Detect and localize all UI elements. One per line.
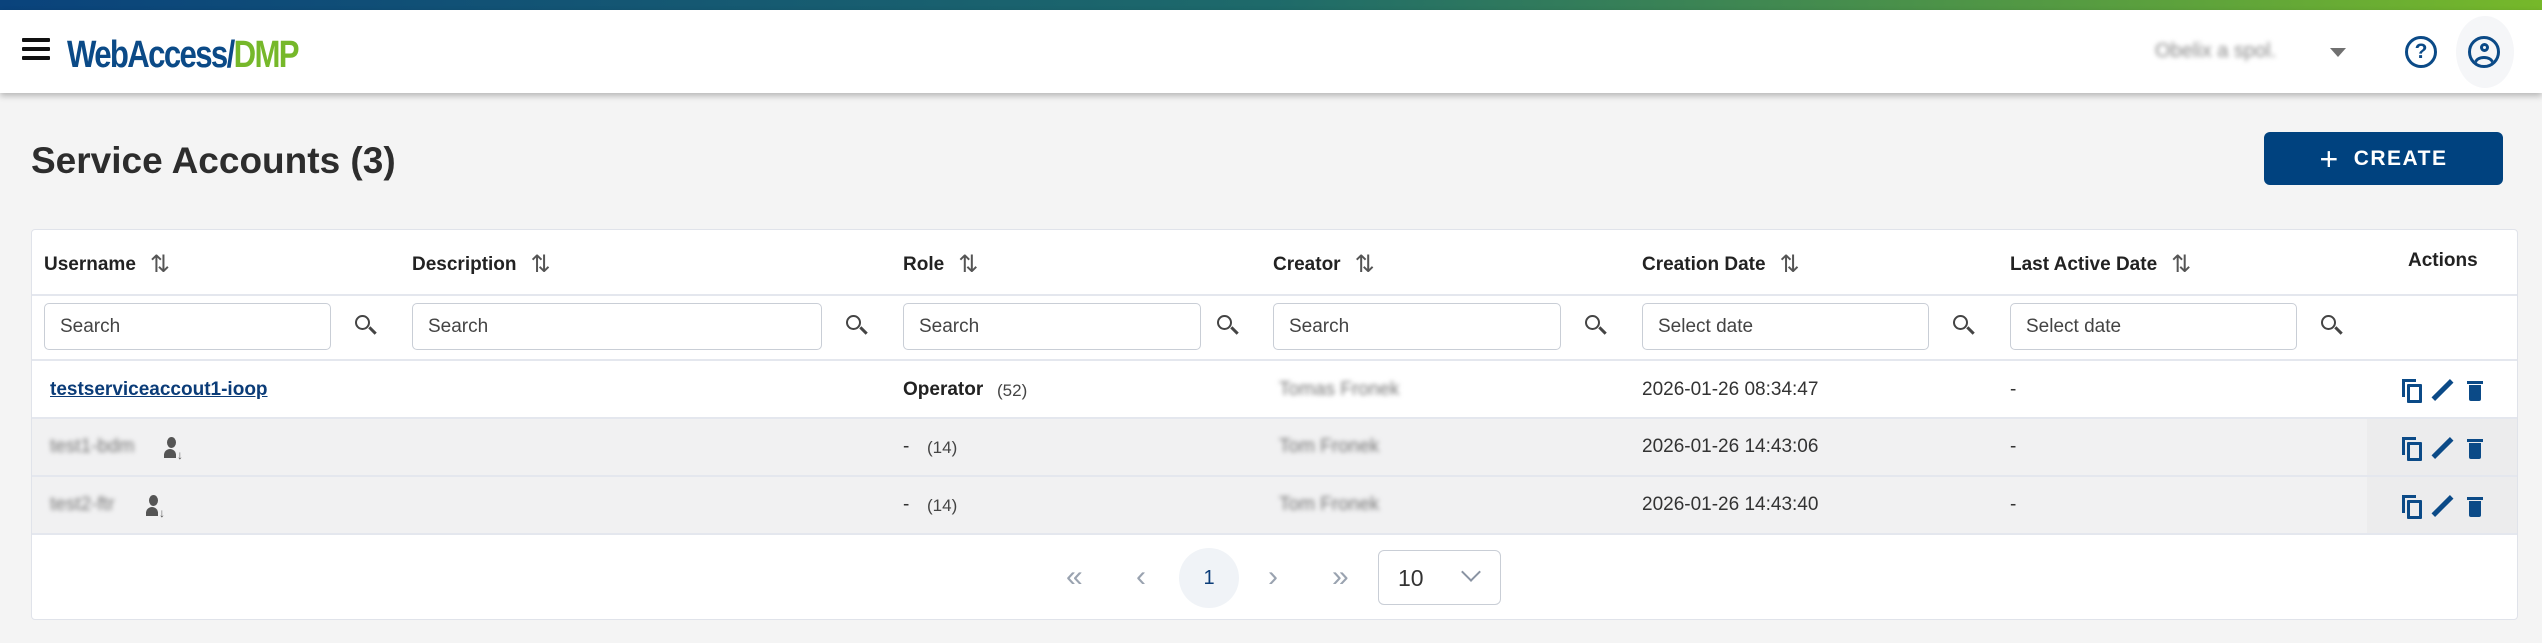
prev-page-button[interactable]: ‹ [1136,560,1146,594]
creator-search-input[interactable]: Search [1273,303,1561,350]
search-icon[interactable] [2319,313,2345,339]
page-1-button[interactable]: 1 [1179,548,1239,608]
copy-icon[interactable] [2402,437,2422,461]
search-icon[interactable] [1215,313,1241,339]
sort-icon[interactable]: ⇅ [1355,250,1375,279]
last-active-date-picker[interactable]: Select date [2010,303,2297,350]
table-row [32,419,2517,475]
delete-icon[interactable] [2466,496,2486,520]
delete-icon[interactable] [2466,380,2486,404]
user-import-icon: ↓ [163,437,185,462]
creation-date: 2026-01-26 14:43:06 [1642,436,1819,457]
role-search-input[interactable]: Search [903,303,1201,350]
sort-icon[interactable]: ⇅ [531,250,551,279]
first-page-button[interactable]: « [1066,560,1083,594]
column-header-role[interactable]: Role ⇅ [903,250,978,279]
brand-gradient-bar [0,0,2542,10]
user-circle-icon [2468,36,2500,68]
divider [32,294,2517,296]
role-count: (52) [997,381,1028,400]
creator: Tomas Fronek [1279,379,1400,400]
delete-icon[interactable] [2466,438,2486,462]
role-count: (14) [927,496,958,515]
copy-icon[interactable] [2402,379,2422,403]
edit-icon[interactable] [2431,437,2454,461]
plus-icon: + [2319,140,2340,177]
account-button[interactable] [2456,16,2514,88]
menu-icon[interactable] [22,38,50,60]
last-page-button[interactable]: » [1332,560,1349,594]
copy-icon[interactable] [2402,495,2422,519]
search-icon[interactable] [353,313,379,339]
organization-selector[interactable]: Obelix a spol. [2155,40,2276,63]
search-icon[interactable] [1583,313,1609,339]
last-active-date: - [2010,379,2017,400]
edit-icon[interactable] [2431,379,2454,403]
next-page-button[interactable]: › [1268,560,1278,594]
help-icon[interactable]: ? [2405,36,2437,68]
logo[interactable]: WebAccess/DMP [67,34,300,77]
column-header-creator[interactable]: Creator ⇅ [1273,250,1375,279]
last-active-date: - [2010,494,2017,515]
page-title: Service Accounts (3) [31,140,396,181]
column-header-username[interactable]: Username ⇅ [44,250,170,279]
creator: Tom Fronek [1279,494,1380,515]
username[interactable]: test2-ftr [50,494,114,516]
page-size-select[interactable]: 10 [1378,550,1501,605]
description-search-input[interactable]: Search [412,303,822,350]
sort-icon[interactable]: ⇅ [150,250,170,279]
creation-date: 2026-01-26 08:34:47 [1642,379,1819,400]
username-link[interactable]: testserviceaccout1-ioop [50,379,268,401]
sort-icon[interactable]: ⇅ [1780,250,1800,279]
last-active-date: - [2010,436,2017,457]
creator: Tom Fronek [1279,436,1380,457]
sort-icon[interactable]: ⇅ [958,250,978,279]
column-header-last-active-date[interactable]: Last Active Date ⇅ [2010,250,2191,279]
username-search-input[interactable]: Search [44,303,331,350]
role: - [903,436,910,457]
creation-date: 2026-01-26 14:43:40 [1642,494,1819,515]
username[interactable]: test1-bdm [50,436,134,458]
edit-icon[interactable] [2431,495,2454,519]
creation-date-picker[interactable]: Select date [1642,303,1929,350]
chevron-down-icon [1461,562,1481,582]
role: Operator [903,379,984,400]
caret-down-icon[interactable] [2330,48,2346,57]
role: - [903,494,910,515]
divider [32,533,2517,535]
column-header-description[interactable]: Description ⇅ [412,250,551,279]
table-row [32,361,2517,417]
search-icon[interactable] [1951,313,1977,339]
user-import-icon: ↓ [145,495,167,520]
search-icon[interactable] [844,313,870,339]
role-count: (14) [927,438,958,457]
table-row [32,477,2517,533]
create-button[interactable]: + CREATE [2264,132,2503,185]
column-header-creation-date[interactable]: Creation Date ⇅ [1642,250,1800,279]
sort-icon[interactable]: ⇅ [2171,250,2191,279]
column-header-actions: Actions [2408,250,2478,271]
